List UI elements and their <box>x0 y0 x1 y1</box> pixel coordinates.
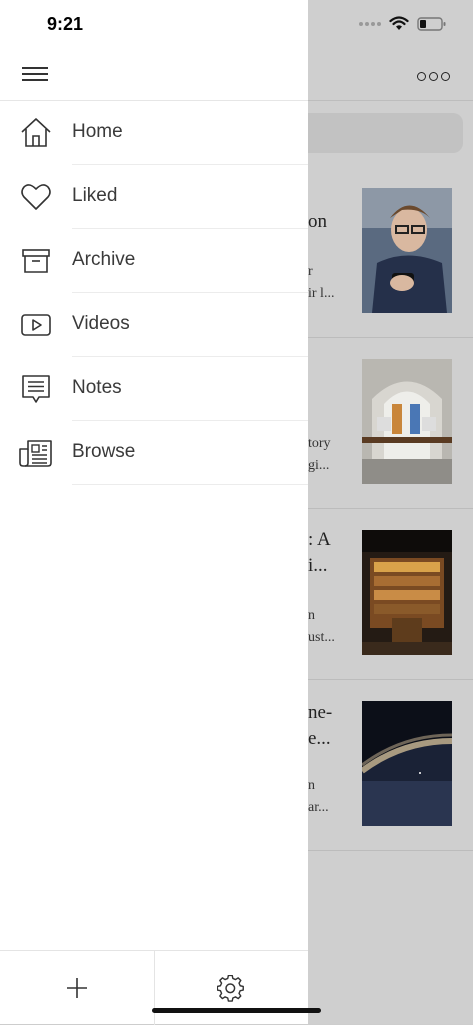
article-thumbnail <box>362 530 452 655</box>
hamburger-menu-icon[interactable] <box>22 64 48 84</box>
article-subtitle: ar... <box>308 800 329 815</box>
article-thumbnail <box>362 188 452 313</box>
drawer-item-label: Home <box>72 121 123 142</box>
item-divider <box>72 484 308 485</box>
archive-icon <box>22 249 50 273</box>
notes-icon <box>22 375 50 403</box>
drawer-item-label: Browse <box>72 441 136 462</box>
home-indicator <box>152 1008 321 1013</box>
article-title: i... <box>308 555 328 576</box>
article-card[interactable]: : A i... n ust... <box>308 508 473 680</box>
newspaper-icon <box>19 440 52 467</box>
more-options-icon[interactable] <box>417 66 451 86</box>
drawer-item-label: Notes <box>72 377 122 398</box>
add-button[interactable] <box>0 951 154 1025</box>
article-title: e... <box>308 728 331 749</box>
drawer-item-liked[interactable]: Liked <box>0 165 308 229</box>
search-bar[interactable] <box>290 113 463 153</box>
article-card[interactable]: on r ir l... <box>308 166 473 338</box>
heart-icon <box>21 184 51 210</box>
home-icon <box>21 118 51 147</box>
drawer-item-home[interactable]: Home <box>0 101 308 165</box>
status-icons <box>359 16 447 32</box>
article-subtitle: n <box>308 778 315 793</box>
drawer-item-videos[interactable]: Videos <box>0 293 308 357</box>
article-subtitle: r <box>308 264 313 279</box>
drawer-item-browse[interactable]: Browse <box>0 421 308 485</box>
drawer-item-label: Archive <box>72 249 136 270</box>
article-subtitle: ir l... <box>308 286 335 301</box>
gear-icon <box>217 975 244 1002</box>
status-time: 9:21 <box>47 14 84 34</box>
drawer-item-notes[interactable]: Notes <box>0 357 308 421</box>
article-card[interactable]: tory gi... <box>308 337 473 509</box>
drawer-bottom-bar <box>0 950 308 1025</box>
plus-icon <box>67 978 87 998</box>
article-subtitle: n <box>308 608 315 623</box>
video-icon <box>21 314 51 336</box>
article-thumbnail <box>362 701 452 826</box>
drawer-item-label: Videos <box>72 313 130 334</box>
battery-icon <box>417 17 446 31</box>
wifi-icon <box>389 16 409 30</box>
article-card[interactable]: ne- e... n ar... <box>308 679 473 851</box>
drawer-item-label: Liked <box>72 185 118 206</box>
article-title: on <box>308 211 327 232</box>
settings-button[interactable] <box>155 951 309 1025</box>
navigation-drawer: Home Liked Archive Videos Notes Browse <box>0 0 308 1025</box>
header-divider <box>308 100 473 101</box>
article-title: : A <box>308 529 331 550</box>
article-subtitle: gi... <box>308 458 330 473</box>
article-subtitle: ust... <box>308 630 335 645</box>
cellular-signal-icon <box>359 22 381 26</box>
article-title: ne- <box>308 702 333 723</box>
article-subtitle: tory <box>308 436 331 451</box>
drawer-item-archive[interactable]: Archive <box>0 229 308 293</box>
article-thumbnail <box>362 359 452 484</box>
